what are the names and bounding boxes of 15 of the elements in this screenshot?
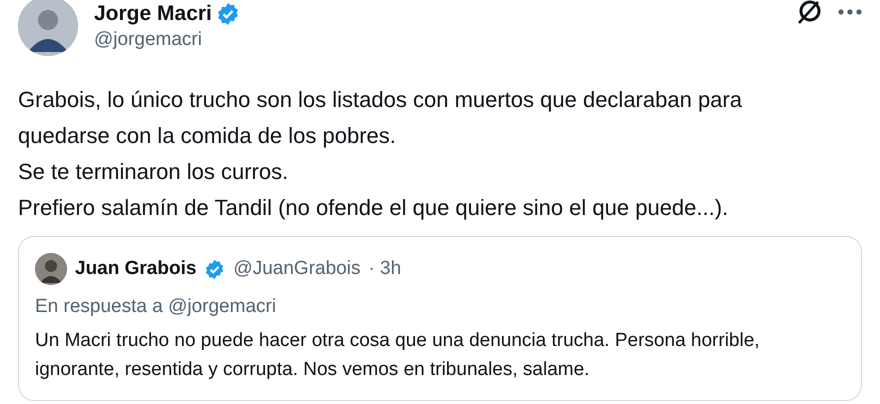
tweet-text: Se te terminaron los curros. (18, 159, 288, 184)
reply-context: En respuesta a @jorgemacri (35, 296, 276, 317)
avatar[interactable] (35, 253, 67, 285)
author-name[interactable]: Juan Grabois (75, 254, 196, 284)
author-name[interactable]: Jorge Macri (94, 3, 212, 25)
timestamp: · 3h (368, 256, 402, 281)
slashed-circle-icon[interactable] (796, 0, 822, 26)
quoted-tweet-card[interactable] (18, 236, 862, 401)
tweet-text: Grabois, lo único trucho son los listados con muertos que declaraban para quedarse con la comida de los pobres. (18, 87, 742, 148)
avatar[interactable] (18, 0, 78, 56)
author-handle[interactable]: @JuanGrabois (233, 254, 360, 284)
quoted-tweet-text: Un Macri trucho no puede hacer otra cosa que una denuncia trucha. Persona horrible, ignorante, resentida y corrupta. Nos vemos en tribunales, salame. (35, 330, 760, 380)
tweet-text: Prefiero salamín de Tandil (no ofende el que quiere sino el que puede...). (18, 195, 728, 220)
more-icon[interactable] (838, 9, 862, 15)
author-handle[interactable]: @jorgemacri (94, 26, 780, 54)
